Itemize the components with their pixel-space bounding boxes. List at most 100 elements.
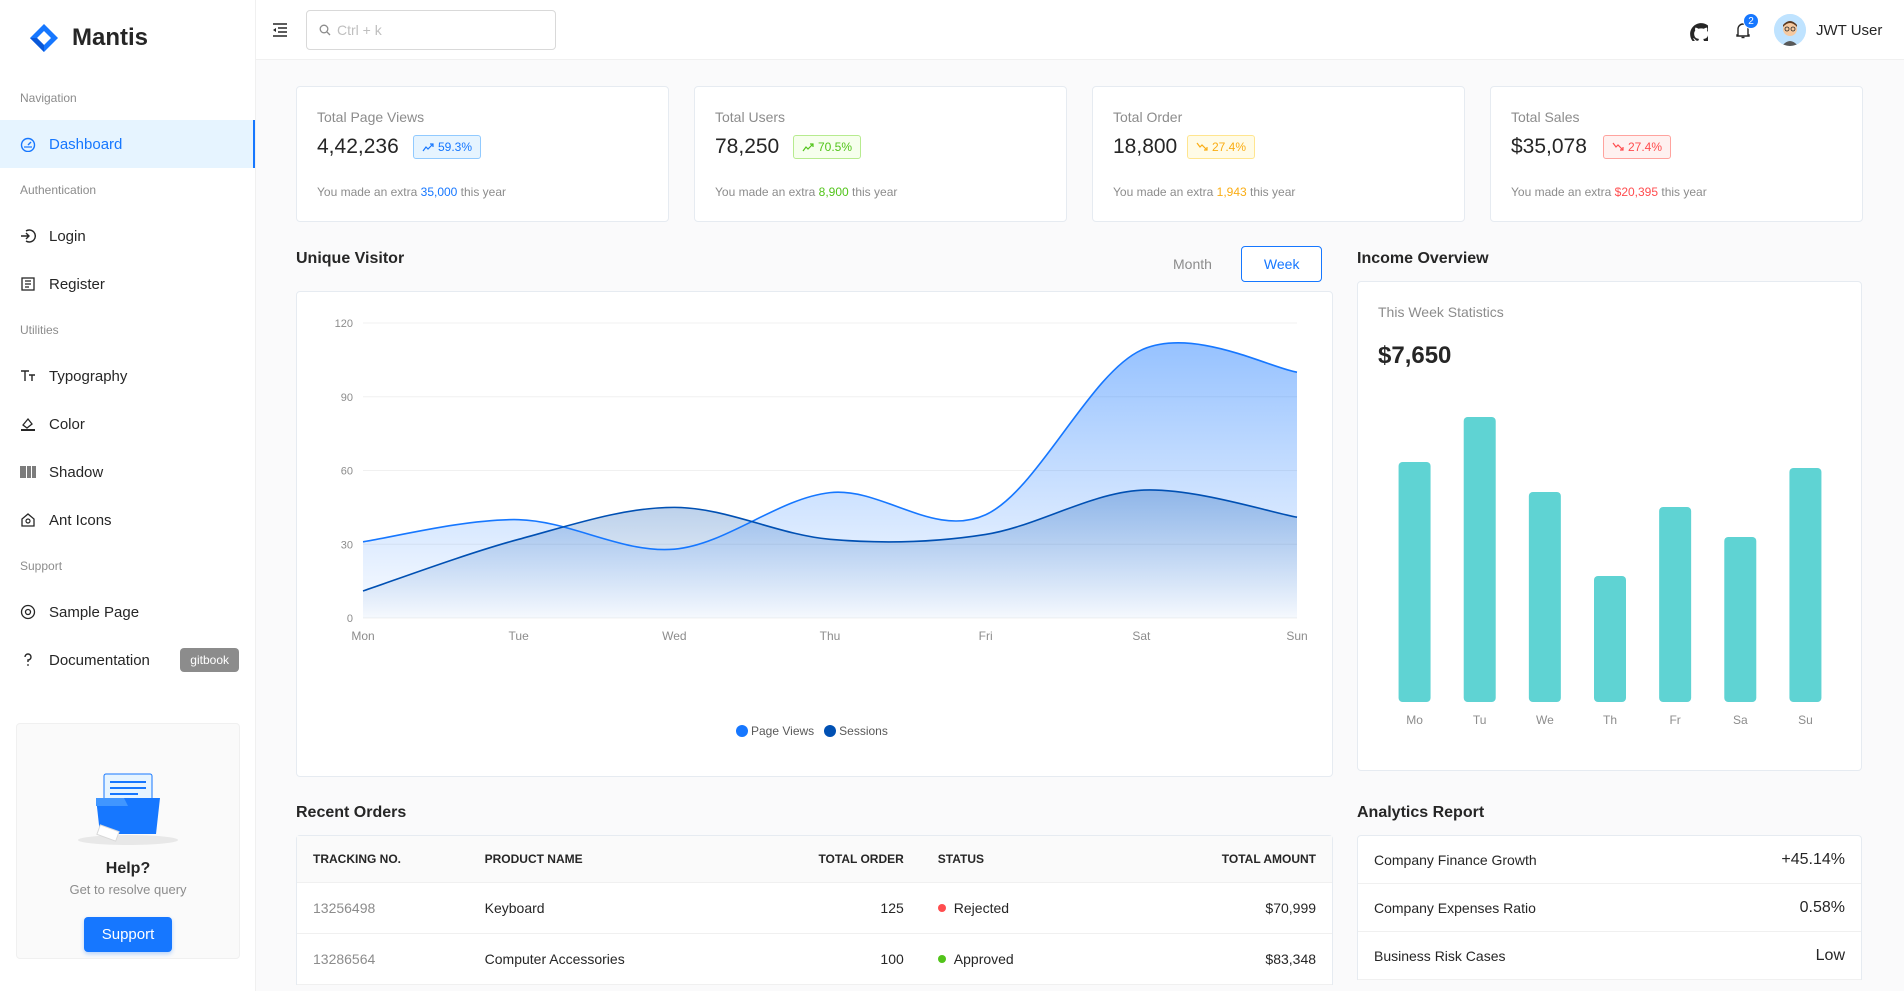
dashboard-icon xyxy=(20,136,36,152)
bar xyxy=(1463,417,1496,702)
stat-label: Total Page Views xyxy=(317,109,425,125)
income-bar-chart: Mo Tu We Th Fr Sa Su xyxy=(1398,417,1822,727)
list-item[interactable]: Company Finance Growth +45.14% xyxy=(1358,836,1861,884)
column-header[interactable]: PRODUCT NAME xyxy=(485,852,764,866)
x-tick-label: Mon xyxy=(351,629,374,643)
sidebar-item-ant-icons[interactable]: Ant Icons xyxy=(0,496,255,544)
x-tick-label: We xyxy=(1536,713,1554,727)
x-tick-label: Sun xyxy=(1286,629,1307,643)
trend-up-icon xyxy=(422,143,434,152)
sidebar-item-label: Color xyxy=(49,415,85,433)
stat-value: 78,250 xyxy=(715,135,780,158)
total-order: 125 xyxy=(880,900,904,916)
github-icon[interactable] xyxy=(1686,19,1708,41)
sidebar-item-shadow[interactable]: Shadow xyxy=(0,448,255,496)
bar xyxy=(1659,507,1692,702)
x-tick-label: Th xyxy=(1603,713,1617,727)
search-icon xyxy=(319,24,331,36)
legend-dot xyxy=(736,725,748,737)
column-header[interactable]: TOTAL AMOUNT xyxy=(1153,852,1332,866)
table-row[interactable]: 13256498 Keyboard 125 Rejected $70,999 xyxy=(297,883,1332,934)
nav-group-title: Navigation xyxy=(20,91,77,105)
notification-badge: 2 xyxy=(1743,13,1759,29)
x-tick-label: Thu xyxy=(820,629,841,643)
sidebar-item-dashboard[interactable]: Dashboard xyxy=(0,120,255,168)
stat-change: 70.5% xyxy=(818,140,853,154)
income-overview-card: This Week Statistics $7,650 Mo Tu We Th Fr Sa… xyxy=(1357,281,1862,771)
x-tick-label: Fri xyxy=(979,629,993,643)
support-button[interactable]: Support xyxy=(83,917,173,952)
month-toggle-button[interactable]: Month xyxy=(1150,246,1235,282)
analytics-report-title: Analytics Report xyxy=(1357,804,1485,821)
color-icon xyxy=(20,416,36,432)
bar xyxy=(1789,468,1822,702)
analytics-label: Business Risk Cases xyxy=(1374,947,1506,964)
week-toggle-button[interactable]: Week xyxy=(1240,246,1323,282)
ant-icons-icon xyxy=(20,512,36,528)
analytics-label: Company Finance Growth xyxy=(1374,851,1537,868)
barcode-icon xyxy=(20,464,36,480)
y-tick-label: 60 xyxy=(341,466,353,478)
search-input[interactable] xyxy=(337,22,537,38)
sidebar-item-label: Shadow xyxy=(49,463,104,481)
y-tick-label: 0 xyxy=(347,613,353,625)
orders-table: TRACKING NO. PRODUCT NAME TOTAL ORDER ST… xyxy=(296,835,1333,985)
question-icon xyxy=(20,652,36,668)
legend-dot xyxy=(824,725,837,737)
sidebar-item-label: Dashboard xyxy=(49,135,123,153)
stat-change-chip: 27.4% xyxy=(1603,135,1672,159)
search-box[interactable] xyxy=(306,10,556,50)
trend-up-icon xyxy=(802,143,814,152)
sidebar-item-login[interactable]: Login xyxy=(0,212,255,260)
total-amount: $70,999 xyxy=(1265,900,1317,916)
sidebar-item-label: Documentation xyxy=(49,651,150,669)
help-illustration-icon xyxy=(78,773,178,845)
avatar xyxy=(1774,14,1806,46)
stat-footer-value: 8,900 xyxy=(818,185,849,199)
status-label: Approved xyxy=(953,951,1014,967)
sidebar-item-color[interactable]: Color xyxy=(0,400,255,448)
sidebar-item-register[interactable]: Register xyxy=(0,260,255,308)
legend-item[interactable]: Sessions xyxy=(824,724,888,738)
sidebar-item-documentation[interactable]: Documentation gitbook xyxy=(0,636,255,684)
x-tick-label: Tu xyxy=(1473,713,1487,727)
stat-label: Total Users xyxy=(715,109,786,125)
sidebar-item-typography[interactable]: Typography xyxy=(0,352,255,400)
list-item[interactable]: Business Risk Cases Low xyxy=(1358,932,1861,980)
unique-visitor-card: 0 30 60 90 120 Mon Tue Wed Thu Fri Sat Sun Page Vie… xyxy=(296,291,1333,777)
typography-icon xyxy=(20,368,36,384)
column-header[interactable]: TRACKING NO. xyxy=(297,852,485,866)
status-badge: Approved xyxy=(937,951,1154,967)
analytics-label: Company Expenses Ratio xyxy=(1374,899,1536,916)
status-label: Rejected xyxy=(953,900,1010,916)
x-tick-label: Fr xyxy=(1669,713,1680,727)
column-header[interactable]: STATUS xyxy=(904,852,1154,866)
total-order: 100 xyxy=(880,951,904,967)
analytics-value: Low xyxy=(1815,946,1845,964)
stat-card-users: Total Users 78,250 70.5% You made an ext… xyxy=(694,86,1067,222)
stat-footer: You made an extra 8,900 this year xyxy=(715,185,898,199)
bar xyxy=(1594,576,1626,702)
tracking-number[interactable]: 13286564 xyxy=(297,951,485,967)
table-row[interactable]: 13286564 Computer Accessories 100 Approv… xyxy=(297,934,1332,985)
sidebar-item-sample-page[interactable]: Sample Page xyxy=(0,588,255,636)
nav-group-title: Utilities xyxy=(20,323,59,337)
stat-change: 27.4% xyxy=(1628,140,1663,154)
tracking-number[interactable]: 13256498 xyxy=(297,900,485,916)
nav-group-title: Authentication xyxy=(20,183,97,197)
legend-item[interactable]: Page Views xyxy=(736,724,814,738)
unique-visitor-chart: 0 30 60 90 120 Mon Tue Wed Thu Fri Sat Sun xyxy=(335,318,1308,643)
brand[interactable]: Mantis xyxy=(0,0,255,76)
recent-orders-title: Recent Orders xyxy=(296,804,407,821)
period-toggle: Month Week xyxy=(1150,246,1323,282)
user-profile[interactable]: JWT User xyxy=(1774,14,1882,46)
login-icon xyxy=(20,228,36,244)
top-header: 2 JWT User xyxy=(256,0,1904,60)
help-subtitle: Get to resolve query xyxy=(69,882,187,897)
column-header[interactable]: TOTAL ORDER xyxy=(764,852,903,866)
stat-footer-value: $20,395 xyxy=(1614,185,1659,199)
list-item[interactable]: Company Expenses Ratio 0.58% xyxy=(1358,884,1861,932)
chrome-icon xyxy=(20,604,36,620)
y-tick-label: 90 xyxy=(341,392,353,404)
menu-fold-icon[interactable] xyxy=(270,20,290,40)
